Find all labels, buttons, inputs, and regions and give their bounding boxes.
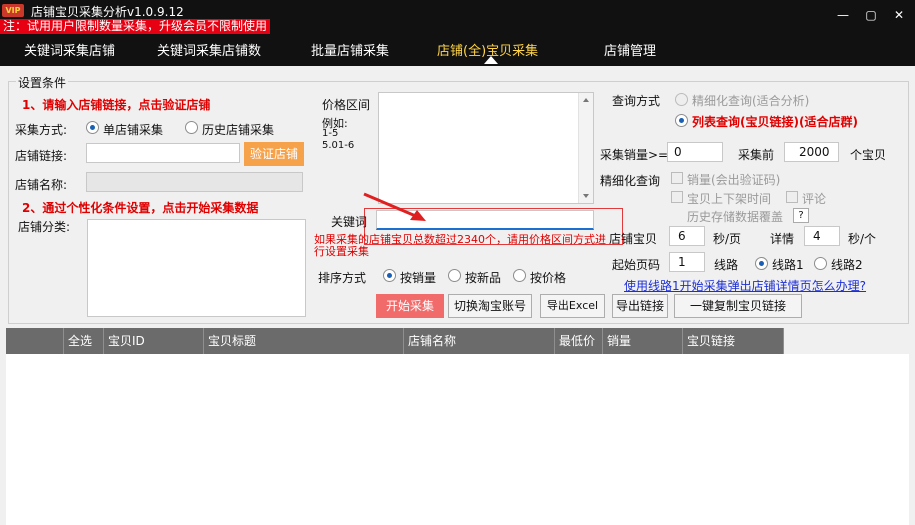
- col-blank: [6, 328, 64, 354]
- shop-item-label: 店铺宝贝: [609, 232, 658, 246]
- sort-label: 排序方式: [318, 271, 367, 285]
- min-sales-input[interactable]: 0: [667, 142, 723, 162]
- detail-interval-input[interactable]: 4: [804, 226, 840, 246]
- export-excel-button[interactable]: 导出Excel: [540, 294, 605, 318]
- history-coverage-label: 历史存储数据覆盖: [687, 210, 784, 224]
- sort-price-label[interactable]: 按价格: [530, 269, 566, 286]
- sort-sales-label[interactable]: 按销量: [400, 269, 436, 286]
- sales-checkbox[interactable]: [671, 172, 683, 184]
- mode-history-label[interactable]: 历史店铺采集: [202, 121, 274, 138]
- price-range-textarea[interactable]: [378, 92, 594, 204]
- price-range-label: 价格区间: [322, 98, 371, 112]
- restore-icon[interactable]: ▢: [864, 8, 878, 22]
- col-select-all[interactable]: 全选: [64, 328, 104, 354]
- sort-price-radio[interactable]: [513, 269, 526, 282]
- sales-checkbox-label[interactable]: 销量(会出验证码): [687, 171, 780, 188]
- onoff-time-checkbox[interactable]: [671, 191, 683, 203]
- price-range-scrollbar[interactable]: [578, 93, 593, 203]
- sort-new-label[interactable]: 按新品: [465, 269, 501, 286]
- query-list-label[interactable]: 列表查询(宝贝链接)(适合店群): [692, 113, 858, 130]
- query-fine-radio[interactable]: [675, 93, 688, 106]
- price-hint-line2: 5.01-6: [322, 140, 355, 151]
- trial-notice: 注：试用用户限制数量采集，升级会员不限制使用: [0, 19, 271, 34]
- shop-name-label: 店铺名称:: [15, 178, 68, 192]
- shop-name-field: [86, 172, 303, 192]
- scroll-down-icon[interactable]: [583, 194, 589, 198]
- col-item-link[interactable]: 宝贝链接: [683, 328, 784, 354]
- sort-new-radio[interactable]: [448, 269, 461, 282]
- query-mode-label: 查询方式: [612, 94, 661, 108]
- sec-per-item-label: 秒/个: [848, 232, 877, 246]
- collect-first-input[interactable]: 2000: [784, 142, 839, 162]
- tab-keyword-shop[interactable]: 关键词采集店铺: [24, 40, 115, 59]
- start-page-input[interactable]: 1: [669, 252, 705, 272]
- mode-single-label[interactable]: 单店铺采集: [103, 121, 163, 138]
- comment-checkbox[interactable]: [786, 191, 798, 203]
- col-item-id[interactable]: 宝贝ID: [104, 328, 204, 354]
- sec-per-page-label: 秒/页: [713, 232, 742, 246]
- step1-instruction: 1、请输入店铺链接，点击验证店铺: [22, 98, 211, 112]
- shop-link-input[interactable]: [86, 143, 240, 163]
- active-tab-caret-icon: [484, 56, 498, 64]
- start-page-label: 起始页码: [612, 258, 661, 272]
- scroll-up-icon[interactable]: [583, 98, 589, 102]
- vip-badge: VIP: [2, 4, 24, 17]
- close-icon[interactable]: ✕: [892, 8, 906, 22]
- col-min-price[interactable]: 最低价: [555, 328, 603, 354]
- line1-radio[interactable]: [755, 257, 768, 270]
- shop-item-interval-input[interactable]: 6: [669, 226, 705, 246]
- mode-history-radio[interactable]: [185, 121, 198, 134]
- start-collect-button[interactable]: 开始采集: [376, 294, 444, 318]
- help-icon[interactable]: ?: [793, 208, 809, 223]
- minimize-icon[interactable]: —: [836, 8, 850, 22]
- export-links-button[interactable]: 导出链接: [612, 294, 668, 318]
- sort-sales-radio[interactable]: [383, 269, 396, 282]
- line-label: 线路: [714, 258, 739, 272]
- results-table-body[interactable]: [6, 354, 909, 525]
- tab-keyword-shop-count[interactable]: 关键词采集店铺数: [157, 40, 261, 59]
- title-bar: VIP 店铺宝贝采集分析v1.0.9.12 注：试用用户限制数量采集，升级会员不…: [0, 0, 915, 36]
- line2-label[interactable]: 线路2: [831, 256, 863, 273]
- shop-category-label: 店铺分类:: [18, 220, 71, 234]
- tab-shop-manage[interactable]: 店铺管理: [604, 40, 656, 59]
- query-list-radio[interactable]: [675, 114, 688, 127]
- fine-query-label: 精细化查询: [600, 174, 661, 188]
- col-item-title[interactable]: 宝贝标题: [204, 328, 404, 354]
- line1-help-link[interactable]: 使用线路1开始采集弹出店铺详情页怎么办理?: [624, 277, 866, 294]
- price-hint-line1: 1-5: [322, 128, 339, 139]
- tab-batch-shop[interactable]: 批量店铺采集: [311, 40, 389, 59]
- line2-radio[interactable]: [814, 257, 827, 270]
- collect-first-unit: 个宝贝: [850, 148, 887, 162]
- query-fine-label[interactable]: 精细化查询(适合分析): [692, 92, 809, 109]
- copy-links-button[interactable]: 一键复制宝贝链接: [674, 294, 802, 318]
- switch-account-button[interactable]: 切换淘宝账号: [448, 294, 532, 318]
- line1-label[interactable]: 线路1: [772, 256, 804, 273]
- settings-legend: 设置条件: [16, 74, 69, 91]
- comment-checkbox-label[interactable]: 评论: [802, 190, 826, 207]
- collect-first-label: 采集前: [738, 148, 775, 162]
- arrow-pointer-icon: [363, 192, 426, 221]
- mode-single-radio[interactable]: [86, 121, 99, 134]
- col-shop-name[interactable]: 店铺名称: [404, 328, 555, 354]
- col-sales[interactable]: 销量: [603, 328, 683, 354]
- menu-bar: 关键词采集店铺 关键词采集店铺数 批量店铺采集 店铺(全)宝贝采集 店铺管理: [0, 36, 915, 66]
- shop-link-label: 店铺链接:: [15, 149, 68, 163]
- detail-label: 详情: [770, 232, 795, 246]
- onoff-time-checkbox-label[interactable]: 宝贝上下架时间: [687, 190, 771, 207]
- warning-text: 如果采集的店铺宝贝总数超过2340个，请用价格区间方式进行设置采集: [314, 233, 606, 258]
- collect-mode-label: 采集方式:: [15, 123, 68, 137]
- min-sales-label: 采集销量>=: [600, 148, 669, 162]
- step2-instruction: 2、通过个性化条件设置，点击开始采集数据: [22, 201, 259, 215]
- app-title: 店铺宝贝采集分析v1.0.9.12: [31, 5, 184, 19]
- results-table-header: 全选 宝贝ID 宝贝标题 店铺名称 最低价 销量 宝贝链接: [6, 328, 784, 354]
- verify-shop-button[interactable]: 验证店铺: [244, 142, 304, 166]
- shop-category-list[interactable]: [87, 219, 306, 317]
